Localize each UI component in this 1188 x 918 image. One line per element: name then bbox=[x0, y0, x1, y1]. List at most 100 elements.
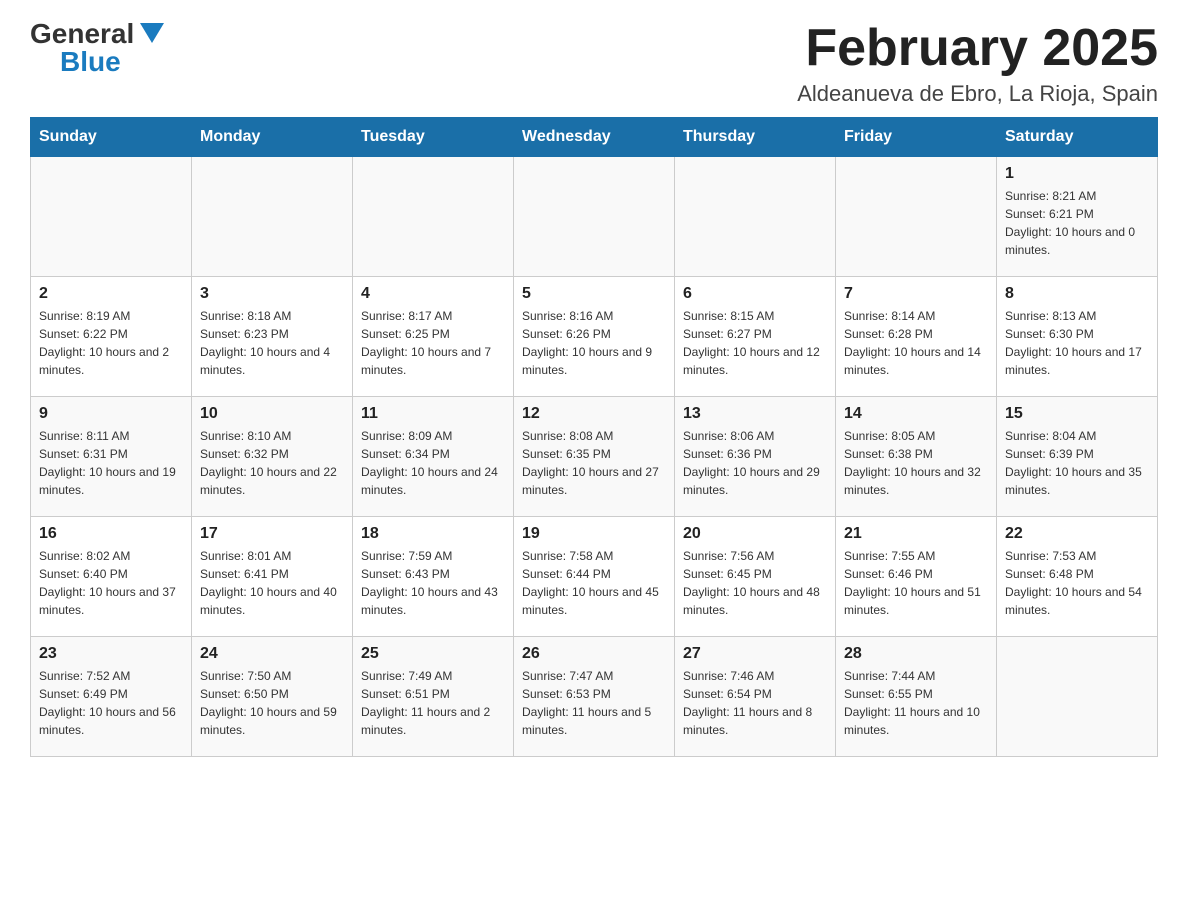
day-number: 8 bbox=[1005, 285, 1149, 303]
day-info: Sunrise: 7:56 AM Sunset: 6:45 PM Dayligh… bbox=[683, 547, 827, 619]
calendar-cell: 18Sunrise: 7:59 AM Sunset: 6:43 PM Dayli… bbox=[353, 517, 514, 637]
calendar-cell: 13 Sunrise: 8:06 AM Sunset: 6:36 PM Dayli… bbox=[675, 397, 836, 517]
day-info: Sunrise: 8:17 AM Sunset: 6:25 PM Dayligh… bbox=[361, 307, 505, 379]
day-info: Sunrise: 8:06 AM Sunset: 6:36 PM Dayligh… bbox=[683, 427, 827, 499]
calendar-cell: 24 Sunrise: 7:50 AM Sunset: 6:50 PM Dayli… bbox=[192, 637, 353, 757]
day-info: Sunrise: 7:58 AM Sunset: 6:44 PM Dayligh… bbox=[522, 547, 666, 619]
day-number: 1 bbox=[1005, 165, 1149, 183]
day-info: Sunrise: 7:44 AM Sunset: 6:55 PM Dayligh… bbox=[844, 667, 988, 739]
day-info: Sunrise: 8:05 AM Sunset: 6:38 PM Dayligh… bbox=[844, 427, 988, 499]
calendar-cell: 22 Sunrise: 7:53 AM Sunset: 6:48 PM Dayli… bbox=[997, 517, 1158, 637]
weekday-header-friday: Friday bbox=[836, 118, 997, 157]
calendar-cell: 2 Sunrise: 8:19 AM Sunset: 6:22 PM Daylig… bbox=[31, 277, 192, 397]
calendar-cell: 6 Sunrise: 8:15 AM Sunset: 6:27 PM Daylig… bbox=[675, 277, 836, 397]
calendar-cell bbox=[675, 157, 836, 277]
calendar-cell: 15 Sunrise: 8:04 AM Sunset: 6:39 PM Dayli… bbox=[997, 397, 1158, 517]
calendar-body: 1 Sunrise: 8:21 AM Sunset: 6:21 PM Daylig… bbox=[31, 157, 1158, 757]
day-info: Sunrise: 8:18 AM Sunset: 6:23 PM Dayligh… bbox=[200, 307, 344, 379]
day-number: 6 bbox=[683, 285, 827, 303]
logo: General Blue bbox=[30, 20, 164, 76]
calendar-cell: 9Sunrise: 8:11 AM Sunset: 6:31 PM Daylig… bbox=[31, 397, 192, 517]
calendar-week-5: 23Sunrise: 7:52 AM Sunset: 6:49 PM Dayli… bbox=[31, 637, 1158, 757]
day-info: Sunrise: 8:01 AM Sunset: 6:41 PM Dayligh… bbox=[200, 547, 344, 619]
day-info: Sunrise: 8:19 AM Sunset: 6:22 PM Dayligh… bbox=[39, 307, 183, 379]
calendar-cell: 5 Sunrise: 8:16 AM Sunset: 6:26 PM Daylig… bbox=[514, 277, 675, 397]
day-info: Sunrise: 8:09 AM Sunset: 6:34 PM Dayligh… bbox=[361, 427, 505, 499]
day-info: Sunrise: 8:10 AM Sunset: 6:32 PM Dayligh… bbox=[200, 427, 344, 499]
calendar-cell: 7Sunrise: 8:14 AM Sunset: 6:28 PM Daylig… bbox=[836, 277, 997, 397]
day-number: 10 bbox=[200, 405, 344, 423]
day-number: 19 bbox=[522, 525, 666, 543]
day-number: 11 bbox=[361, 405, 505, 423]
day-info: Sunrise: 8:04 AM Sunset: 6:39 PM Dayligh… bbox=[1005, 427, 1149, 499]
day-number: 17 bbox=[200, 525, 344, 543]
day-number: 28 bbox=[844, 645, 988, 663]
month-title: February 2025 bbox=[797, 20, 1158, 77]
calendar-cell bbox=[31, 157, 192, 277]
day-info: Sunrise: 8:21 AM Sunset: 6:21 PM Dayligh… bbox=[1005, 187, 1149, 259]
calendar-cell bbox=[353, 157, 514, 277]
day-number: 12 bbox=[522, 405, 666, 423]
day-info: Sunrise: 8:15 AM Sunset: 6:27 PM Dayligh… bbox=[683, 307, 827, 379]
day-info: Sunrise: 7:53 AM Sunset: 6:48 PM Dayligh… bbox=[1005, 547, 1149, 619]
calendar-week-4: 16 Sunrise: 8:02 AM Sunset: 6:40 PM Dayli… bbox=[31, 517, 1158, 637]
day-number: 20 bbox=[683, 525, 827, 543]
day-number: 3 bbox=[200, 285, 344, 303]
day-number: 14 bbox=[844, 405, 988, 423]
calendar-cell: 12 Sunrise: 8:08 AM Sunset: 6:35 PM Dayli… bbox=[514, 397, 675, 517]
calendar-cell: 1 Sunrise: 8:21 AM Sunset: 6:21 PM Daylig… bbox=[997, 157, 1158, 277]
weekday-header-monday: Monday bbox=[192, 118, 353, 157]
calendar-cell: 8Sunrise: 8:13 AM Sunset: 6:30 PM Daylig… bbox=[997, 277, 1158, 397]
calendar-cell: 17 Sunrise: 8:01 AM Sunset: 6:41 PM Dayli… bbox=[192, 517, 353, 637]
day-number: 23 bbox=[39, 645, 183, 663]
calendar-cell bbox=[192, 157, 353, 277]
day-number: 24 bbox=[200, 645, 344, 663]
day-number: 7 bbox=[844, 285, 988, 303]
day-info: Sunrise: 7:50 AM Sunset: 6:50 PM Dayligh… bbox=[200, 667, 344, 739]
logo-triangle-icon bbox=[140, 23, 164, 43]
day-number: 4 bbox=[361, 285, 505, 303]
calendar-cell: 4 Sunrise: 8:17 AM Sunset: 6:25 PM Daylig… bbox=[353, 277, 514, 397]
calendar-table: SundayMondayTuesdayWednesdayThursdayFrid… bbox=[30, 117, 1158, 757]
weekday-header-thursday: Thursday bbox=[675, 118, 836, 157]
logo-general-text: General bbox=[30, 20, 134, 48]
day-info: Sunrise: 7:55 AM Sunset: 6:46 PM Dayligh… bbox=[844, 547, 988, 619]
day-number: 13 bbox=[683, 405, 827, 423]
day-number: 15 bbox=[1005, 405, 1149, 423]
day-number: 22 bbox=[1005, 525, 1149, 543]
logo-blue-text: Blue bbox=[60, 48, 121, 76]
calendar-cell: 28 Sunrise: 7:44 AM Sunset: 6:55 PM Dayli… bbox=[836, 637, 997, 757]
day-number: 26 bbox=[522, 645, 666, 663]
day-info: Sunrise: 8:16 AM Sunset: 6:26 PM Dayligh… bbox=[522, 307, 666, 379]
calendar-cell bbox=[997, 637, 1158, 757]
calendar-week-3: 9Sunrise: 8:11 AM Sunset: 6:31 PM Daylig… bbox=[31, 397, 1158, 517]
title-section: February 2025 Aldeanueva de Ebro, La Rio… bbox=[797, 20, 1158, 107]
calendar-cell: 14 Sunrise: 8:05 AM Sunset: 6:38 PM Dayli… bbox=[836, 397, 997, 517]
calendar-cell: 23Sunrise: 7:52 AM Sunset: 6:49 PM Dayli… bbox=[31, 637, 192, 757]
day-number: 25 bbox=[361, 645, 505, 663]
day-number: 16 bbox=[39, 525, 183, 543]
day-info: Sunrise: 7:47 AM Sunset: 6:53 PM Dayligh… bbox=[522, 667, 666, 739]
day-info: Sunrise: 7:46 AM Sunset: 6:54 PM Dayligh… bbox=[683, 667, 827, 739]
page-header: General Blue February 2025 Aldeanueva de… bbox=[30, 20, 1158, 107]
day-number: 2 bbox=[39, 285, 183, 303]
calendar-cell: 20 Sunrise: 7:56 AM Sunset: 6:45 PM Dayli… bbox=[675, 517, 836, 637]
calendar-cell: 25 Sunrise: 7:49 AM Sunset: 6:51 PM Dayli… bbox=[353, 637, 514, 757]
weekday-header-tuesday: Tuesday bbox=[353, 118, 514, 157]
calendar-cell bbox=[514, 157, 675, 277]
weekday-header-row: SundayMondayTuesdayWednesdayThursdayFrid… bbox=[31, 118, 1158, 157]
day-info: Sunrise: 7:59 AM Sunset: 6:43 PM Dayligh… bbox=[361, 547, 505, 619]
calendar-cell: 16 Sunrise: 8:02 AM Sunset: 6:40 PM Dayli… bbox=[31, 517, 192, 637]
calendar-cell: 11 Sunrise: 8:09 AM Sunset: 6:34 PM Dayli… bbox=[353, 397, 514, 517]
day-info: Sunrise: 8:02 AM Sunset: 6:40 PM Dayligh… bbox=[39, 547, 183, 619]
day-number: 5 bbox=[522, 285, 666, 303]
calendar-week-2: 2 Sunrise: 8:19 AM Sunset: 6:22 PM Daylig… bbox=[31, 277, 1158, 397]
calendar-cell: 19 Sunrise: 7:58 AM Sunset: 6:44 PM Dayli… bbox=[514, 517, 675, 637]
day-info: Sunrise: 7:49 AM Sunset: 6:51 PM Dayligh… bbox=[361, 667, 505, 739]
day-number: 21 bbox=[844, 525, 988, 543]
day-info: Sunrise: 8:08 AM Sunset: 6:35 PM Dayligh… bbox=[522, 427, 666, 499]
calendar-header: SundayMondayTuesdayWednesdayThursdayFrid… bbox=[31, 118, 1158, 157]
weekday-header-sunday: Sunday bbox=[31, 118, 192, 157]
weekday-header-wednesday: Wednesday bbox=[514, 118, 675, 157]
location-text: Aldeanueva de Ebro, La Rioja, Spain bbox=[797, 81, 1158, 107]
